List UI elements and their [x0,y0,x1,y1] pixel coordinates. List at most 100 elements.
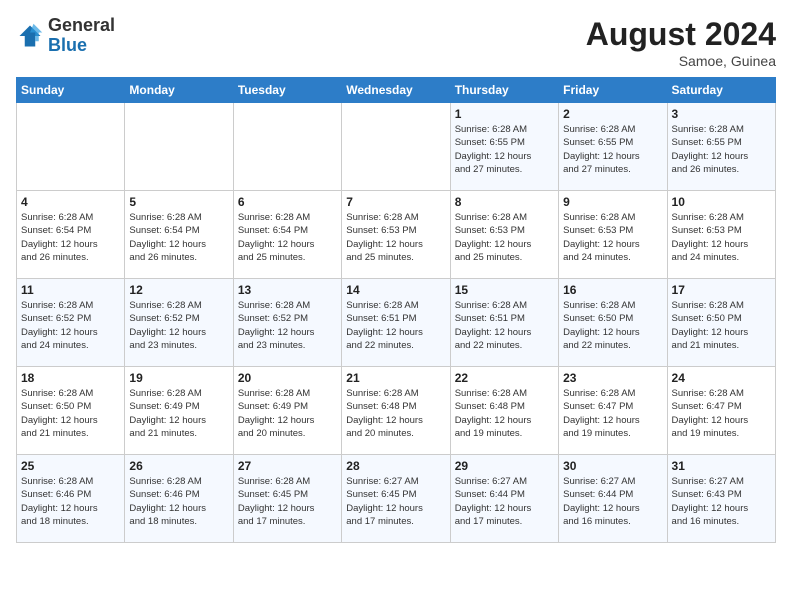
day-info: Sunrise: 6:28 AM Sunset: 6:53 PM Dayligh… [346,211,445,264]
calendar-table: SundayMondayTuesdayWednesdayThursdayFrid… [16,77,776,543]
location-subtitle: Samoe, Guinea [586,53,776,69]
day-number: 31 [672,459,771,473]
day-number: 21 [346,371,445,385]
calendar-cell: 31 Sunrise: 6:27 AM Sunset: 6:43 PM Dayli… [667,455,775,543]
day-info: Sunrise: 6:28 AM Sunset: 6:52 PM Dayligh… [129,299,228,352]
calendar-cell: 13 Sunrise: 6:28 AM Sunset: 6:52 PM Dayli… [233,279,341,367]
calendar-cell: 8Sunrise: 6:28 AM Sunset: 6:53 PM Daylig… [450,191,558,279]
day-number: 7 [346,195,445,209]
day-number: 23 [563,371,662,385]
weekday-header-wednesday: Wednesday [342,78,450,103]
calendar-cell: 12 Sunrise: 6:28 AM Sunset: 6:52 PM Dayli… [125,279,233,367]
day-info: Sunrise: 6:28 AM Sunset: 6:48 PM Dayligh… [346,387,445,440]
day-info: Sunrise: 6:28 AM Sunset: 6:54 PM Dayligh… [21,211,120,264]
day-info: Sunrise: 6:28 AM Sunset: 6:53 PM Dayligh… [672,211,771,264]
day-info: Sunrise: 6:28 AM Sunset: 6:52 PM Dayligh… [21,299,120,352]
weekday-header-sunday: Sunday [17,78,125,103]
calendar-cell: 19 Sunrise: 6:28 AM Sunset: 6:49 PM Dayli… [125,367,233,455]
calendar-week-2: 4 Sunrise: 6:28 AM Sunset: 6:54 PM Daylig… [17,191,776,279]
calendar-week-1: 1 Sunrise: 6:28 AM Sunset: 6:55 PM Daylig… [17,103,776,191]
day-info: Sunrise: 6:28 AM Sunset: 6:48 PM Dayligh… [455,387,554,440]
calendar-cell: 6Sunrise: 6:28 AM Sunset: 6:54 PM Daylig… [233,191,341,279]
day-number: 18 [21,371,120,385]
logo-icon [16,22,44,50]
calendar-header: SundayMondayTuesdayWednesdayThursdayFrid… [17,78,776,103]
day-number: 2 [563,107,662,121]
day-info: Sunrise: 6:28 AM Sunset: 6:49 PM Dayligh… [129,387,228,440]
calendar-cell: 7 Sunrise: 6:28 AM Sunset: 6:53 PM Daylig… [342,191,450,279]
day-info: Sunrise: 6:27 AM Sunset: 6:44 PM Dayligh… [455,475,554,528]
day-number: 26 [129,459,228,473]
day-number: 11 [21,283,120,297]
day-number: 4 [21,195,120,209]
calendar-cell: 28 Sunrise: 6:27 AM Sunset: 6:45 PM Dayli… [342,455,450,543]
calendar-cell: 23 Sunrise: 6:28 AM Sunset: 6:47 PM Dayli… [559,367,667,455]
calendar-body: 1 Sunrise: 6:28 AM Sunset: 6:55 PM Daylig… [17,103,776,543]
calendar-cell: 26 Sunrise: 6:28 AM Sunset: 6:46 PM Dayli… [125,455,233,543]
calendar-cell [233,103,341,191]
calendar-cell: 1Sunrise: 6:28 AM Sunset: 6:55 PM Daylig… [450,103,558,191]
calendar-cell: 22 Sunrise: 6:28 AM Sunset: 6:48 PM Dayli… [450,367,558,455]
day-number: 13 [238,283,337,297]
logo-blue-text: Blue [48,35,87,55]
day-info: Sunrise: 6:28 AM Sunset: 6:55 PM Dayligh… [563,123,662,176]
day-info: Sunrise: 6:28 AM Sunset: 6:55 PM Dayligh… [672,123,771,176]
day-info: Sunrise: 6:28 AM Sunset: 6:52 PM Dayligh… [238,299,337,352]
day-info: Sunrise: 6:28 AM Sunset: 6:50 PM Dayligh… [672,299,771,352]
calendar-cell: 9Sunrise: 6:28 AM Sunset: 6:53 PM Daylig… [559,191,667,279]
calendar-cell: 16 Sunrise: 6:28 AM Sunset: 6:50 PM Dayli… [559,279,667,367]
weekday-header-saturday: Saturday [667,78,775,103]
weekday-header-thursday: Thursday [450,78,558,103]
day-number: 3 [672,107,771,121]
day-number: 22 [455,371,554,385]
calendar-week-3: 11 Sunrise: 6:28 AM Sunset: 6:52 PM Dayli… [17,279,776,367]
logo: General Blue [16,16,115,56]
calendar-cell: 29 Sunrise: 6:27 AM Sunset: 6:44 PM Dayli… [450,455,558,543]
day-info: Sunrise: 6:28 AM Sunset: 6:54 PM Dayligh… [129,211,228,264]
day-info: Sunrise: 6:28 AM Sunset: 6:53 PM Dayligh… [563,211,662,264]
month-year-title: August 2024 [586,16,776,53]
day-info: Sunrise: 6:27 AM Sunset: 6:44 PM Dayligh… [563,475,662,528]
day-number: 25 [21,459,120,473]
day-number: 6 [238,195,337,209]
day-number: 1 [455,107,554,121]
day-info: Sunrise: 6:28 AM Sunset: 6:47 PM Dayligh… [563,387,662,440]
calendar-cell: 24Sunrise: 6:28 AM Sunset: 6:47 PM Dayli… [667,367,775,455]
calendar-cell: 11 Sunrise: 6:28 AM Sunset: 6:52 PM Dayli… [17,279,125,367]
page-header: General Blue August 2024 Samoe, Guinea [16,16,776,69]
calendar-cell: 4 Sunrise: 6:28 AM Sunset: 6:54 PM Daylig… [17,191,125,279]
day-number: 8 [455,195,554,209]
day-info: Sunrise: 6:28 AM Sunset: 6:50 PM Dayligh… [563,299,662,352]
day-number: 12 [129,283,228,297]
calendar-cell [17,103,125,191]
calendar-cell: 20 Sunrise: 6:28 AM Sunset: 6:49 PM Dayli… [233,367,341,455]
day-number: 28 [346,459,445,473]
day-number: 27 [238,459,337,473]
day-number: 30 [563,459,662,473]
calendar-cell: 18Sunrise: 6:28 AM Sunset: 6:50 PM Dayli… [17,367,125,455]
calendar-cell: 15 Sunrise: 6:28 AM Sunset: 6:51 PM Dayli… [450,279,558,367]
calendar-cell: 17 Sunrise: 6:28 AM Sunset: 6:50 PM Dayli… [667,279,775,367]
day-number: 15 [455,283,554,297]
day-number: 17 [672,283,771,297]
calendar-week-4: 18Sunrise: 6:28 AM Sunset: 6:50 PM Dayli… [17,367,776,455]
calendar-cell: 5Sunrise: 6:28 AM Sunset: 6:54 PM Daylig… [125,191,233,279]
calendar-week-5: 25 Sunrise: 6:28 AM Sunset: 6:46 PM Dayli… [17,455,776,543]
calendar-cell: 14Sunrise: 6:28 AM Sunset: 6:51 PM Dayli… [342,279,450,367]
calendar-cell: 21 Sunrise: 6:28 AM Sunset: 6:48 PM Dayli… [342,367,450,455]
day-number: 14 [346,283,445,297]
day-info: Sunrise: 6:27 AM Sunset: 6:43 PM Dayligh… [672,475,771,528]
day-number: 29 [455,459,554,473]
day-info: Sunrise: 6:27 AM Sunset: 6:45 PM Dayligh… [346,475,445,528]
day-info: Sunrise: 6:28 AM Sunset: 6:45 PM Dayligh… [238,475,337,528]
day-number: 16 [563,283,662,297]
day-number: 19 [129,371,228,385]
day-info: Sunrise: 6:28 AM Sunset: 6:47 PM Dayligh… [672,387,771,440]
day-info: Sunrise: 6:28 AM Sunset: 6:46 PM Dayligh… [21,475,120,528]
calendar-cell: 27 Sunrise: 6:28 AM Sunset: 6:45 PM Dayli… [233,455,341,543]
weekday-header-tuesday: Tuesday [233,78,341,103]
day-number: 20 [238,371,337,385]
day-info: Sunrise: 6:28 AM Sunset: 6:46 PM Dayligh… [129,475,228,528]
day-info: Sunrise: 6:28 AM Sunset: 6:51 PM Dayligh… [455,299,554,352]
day-info: Sunrise: 6:28 AM Sunset: 6:49 PM Dayligh… [238,387,337,440]
